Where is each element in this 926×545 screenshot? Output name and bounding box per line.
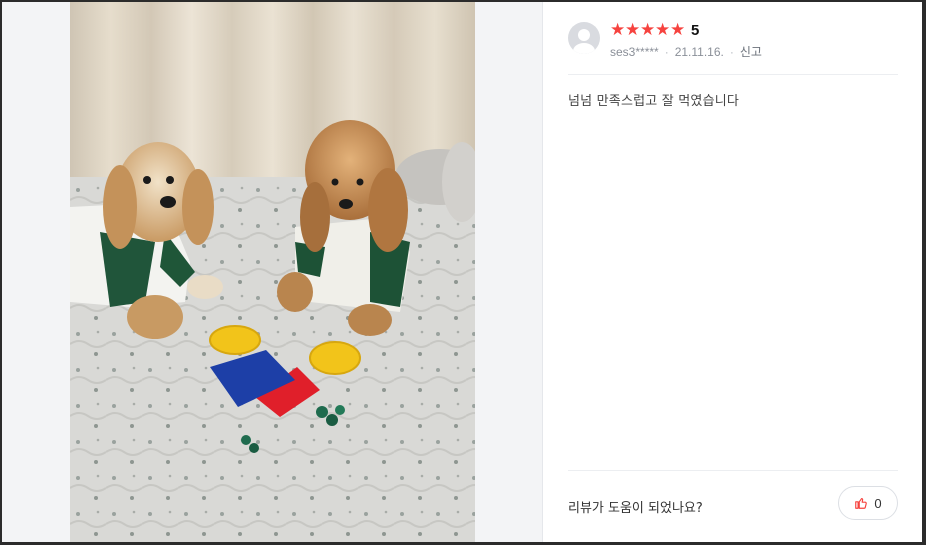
rating-value: 5	[691, 21, 700, 39]
review-photo	[70, 2, 475, 542]
star-icon: ★	[640, 20, 656, 40]
header-divider	[568, 74, 898, 75]
review-meta: ses3***** · 21.11.16. · 신고	[610, 43, 762, 60]
star-rating: ★ ★ ★ ★ ★ 5	[610, 20, 699, 40]
helpful-question: 리뷰가 도움이 되었나요?	[568, 501, 703, 516]
separator-dot: ·	[729, 44, 734, 59]
user-avatar-icon	[568, 22, 600, 54]
review-panel: ★ ★ ★ ★ ★ 5 ses3***** · 21.11.16. · 신고 넘…	[543, 2, 922, 542]
review-text: 넘넘 만족스럽고 잘 먹였습니다	[568, 94, 740, 109]
report-link[interactable]: 신고	[740, 43, 762, 60]
review-photo-modal: ★ ★ ★ ★ ★ 5 ses3***** · 21.11.16. · 신고 넘…	[2, 2, 922, 542]
helpful-like-button[interactable]: 0	[838, 486, 898, 520]
reviewer-username: ses3*****	[610, 44, 659, 59]
star-icon: ★	[655, 20, 671, 40]
review-date: 21.11.16.	[674, 44, 724, 59]
photo-viewer	[2, 2, 542, 542]
star-icon: ★	[670, 20, 686, 40]
star-icon: ★	[610, 20, 626, 40]
footer-divider	[568, 470, 898, 471]
separator-dot: ·	[664, 44, 669, 59]
like-count: 0	[874, 495, 882, 511]
star-icon: ★	[625, 20, 641, 40]
thumbs-up-icon	[855, 497, 868, 509]
